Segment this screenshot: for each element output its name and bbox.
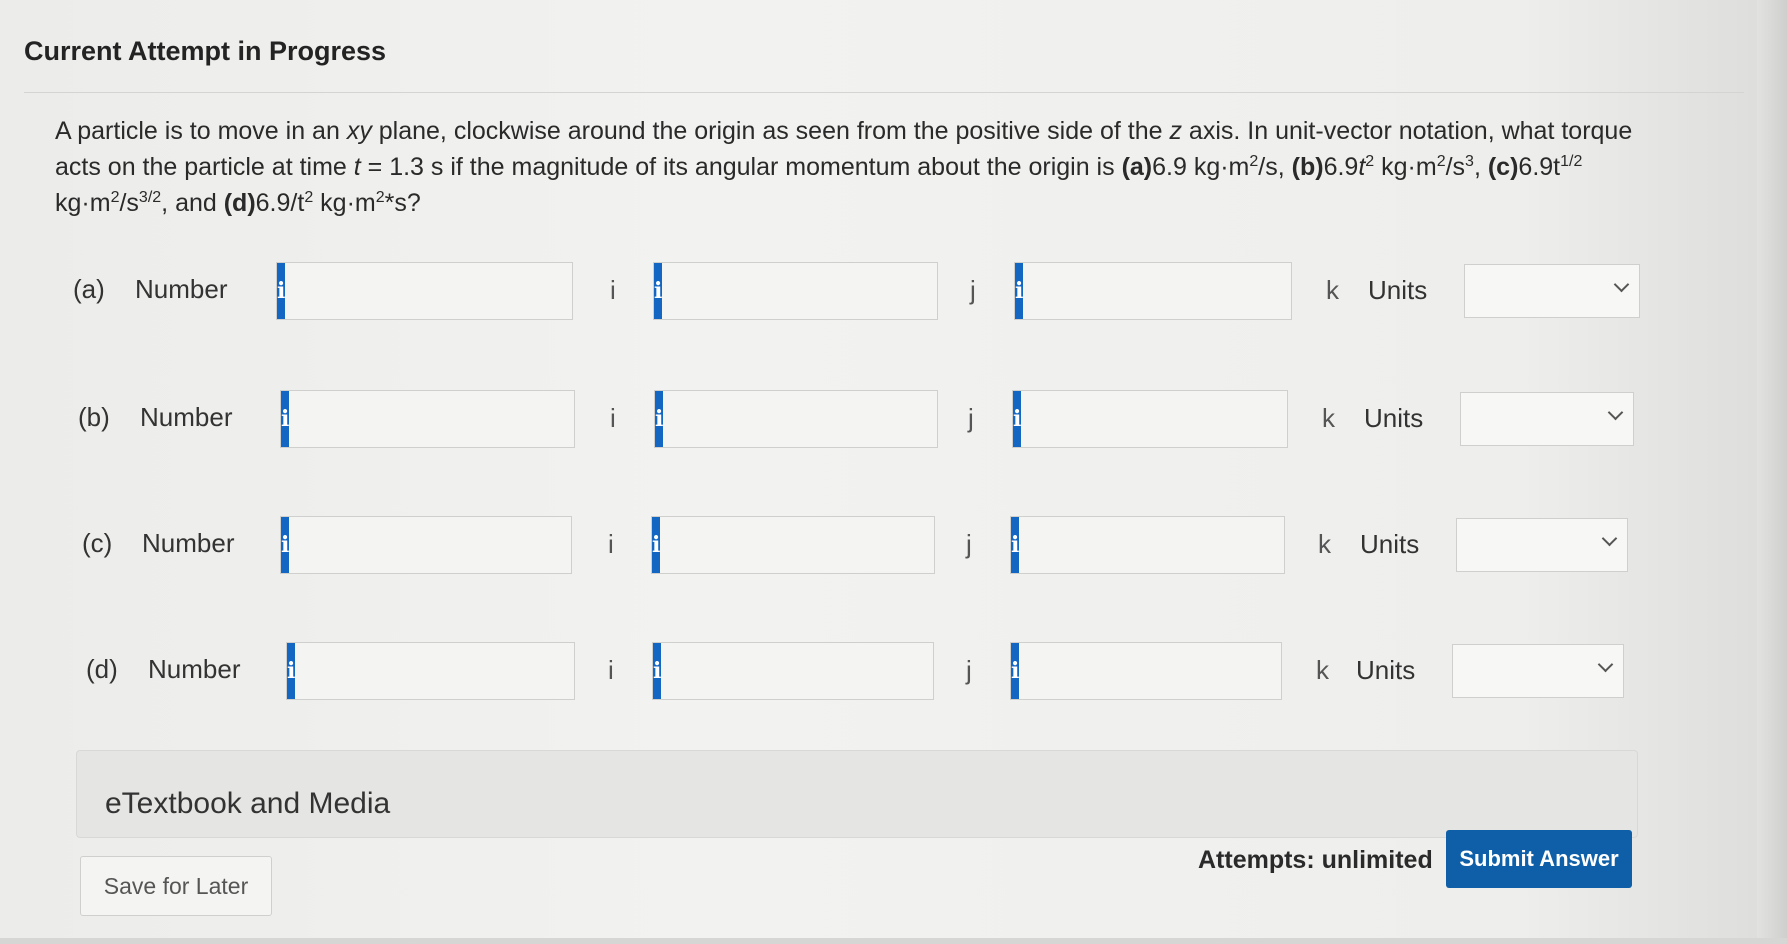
j-component-field[interactable]: i xyxy=(653,262,971,320)
j-component-field[interactable]: i xyxy=(654,390,972,448)
i-component-input[interactable] xyxy=(285,263,594,319)
unit-vector-i: i xyxy=(608,655,614,685)
unit-vector-j: j xyxy=(968,403,974,433)
chevron-down-icon xyxy=(1597,656,1614,673)
k-component-input[interactable] xyxy=(1021,391,1330,447)
info-icon[interactable]: i xyxy=(1011,517,1020,573)
j-component-field[interactable]: i xyxy=(652,642,970,700)
info-icon[interactable]: i xyxy=(653,643,662,699)
unit-vector-j: j xyxy=(970,275,976,305)
page-edge xyxy=(1757,0,1787,944)
info-icon[interactable]: i xyxy=(1015,263,1024,319)
info-icon[interactable]: i xyxy=(1011,643,1020,699)
k-component-input[interactable] xyxy=(1023,263,1332,319)
k-component-field[interactable]: i xyxy=(1010,516,1328,574)
info-icon[interactable]: i xyxy=(287,643,296,699)
unit-vector-k: k xyxy=(1326,275,1339,305)
save-for-later-button[interactable]: Save for Later xyxy=(80,856,272,916)
unit-vector-i: i xyxy=(610,275,616,305)
answer-row-d: (d) Number i i i j i k Units xyxy=(0,642,1787,702)
j-component-input[interactable] xyxy=(663,391,972,447)
question-text: A particle is to move in an xy plane, cl… xyxy=(55,117,1633,217)
info-icon[interactable]: i xyxy=(277,263,286,319)
answer-row-a: (a) Number i i i j i k Units xyxy=(0,262,1787,322)
units-select[interactable] xyxy=(1452,644,1624,698)
unit-vector-k: k xyxy=(1318,529,1331,559)
bottom-edge xyxy=(0,938,1787,944)
i-component-input[interactable] xyxy=(289,517,598,573)
j-component-field[interactable]: i xyxy=(651,516,969,574)
unit-vector-j: j xyxy=(966,655,972,685)
attempts-status: Attempts: unlimited xyxy=(1198,846,1433,874)
unit-vector-k: k xyxy=(1322,403,1335,433)
etextbook-media-label: eTextbook and Media xyxy=(105,787,391,820)
info-icon[interactable]: i xyxy=(281,517,290,573)
units-label: Units xyxy=(1360,529,1420,559)
part-label: (c) xyxy=(82,528,113,558)
units-label: Units xyxy=(1356,655,1416,685)
info-icon[interactable]: i xyxy=(654,263,663,319)
unit-vector-j: j xyxy=(966,529,972,559)
j-component-input[interactable] xyxy=(661,643,970,699)
unit-vector-k: k xyxy=(1316,655,1329,685)
unit-vector-i: i xyxy=(608,529,614,559)
units-label: Units xyxy=(1364,403,1424,433)
info-icon[interactable]: i xyxy=(652,517,661,573)
number-label: Number xyxy=(140,402,233,432)
info-icon[interactable]: i xyxy=(1013,391,1022,447)
i-component-field[interactable]: i xyxy=(286,642,604,700)
i-component-input[interactable] xyxy=(289,391,598,447)
page-title: Current Attempt in Progress xyxy=(24,36,387,66)
number-label: Number xyxy=(148,654,241,684)
j-component-input[interactable] xyxy=(660,517,969,573)
part-label: (a) xyxy=(73,274,105,304)
k-component-field[interactable]: i xyxy=(1010,642,1328,700)
units-select[interactable] xyxy=(1460,392,1634,446)
info-icon[interactable]: i xyxy=(281,391,290,447)
part-label: (b) xyxy=(78,402,110,432)
title-divider xyxy=(24,92,1744,93)
unit-vector-i: i xyxy=(610,403,616,433)
number-label: Number xyxy=(142,528,235,558)
i-component-field[interactable]: i xyxy=(280,390,598,448)
chevron-down-icon xyxy=(1607,404,1624,421)
k-component-field[interactable]: i xyxy=(1012,390,1330,448)
k-component-input[interactable] xyxy=(1019,517,1328,573)
info-icon[interactable]: i xyxy=(655,391,664,447)
units-select[interactable] xyxy=(1456,518,1628,572)
i-component-field[interactable]: i xyxy=(280,516,598,574)
answer-row-c: (c) Number i i i j i k Units xyxy=(0,516,1787,576)
chevron-down-icon xyxy=(1613,276,1630,293)
i-component-input[interactable] xyxy=(295,643,604,699)
j-component-input[interactable] xyxy=(662,263,971,319)
answer-row-b: (b) Number i i i j i k Units xyxy=(0,390,1787,450)
submit-answer-button[interactable]: Submit Answer xyxy=(1446,830,1632,888)
i-component-field[interactable]: i xyxy=(276,262,594,320)
chevron-down-icon xyxy=(1601,530,1618,547)
part-label: (d) xyxy=(86,654,118,684)
number-label: Number xyxy=(135,274,228,304)
k-component-input[interactable] xyxy=(1019,643,1328,699)
etextbook-media-bar[interactable]: eTextbook and Media xyxy=(76,750,1638,838)
units-select[interactable] xyxy=(1464,264,1640,318)
k-component-field[interactable]: i xyxy=(1014,262,1332,320)
units-label: Units xyxy=(1368,275,1428,305)
